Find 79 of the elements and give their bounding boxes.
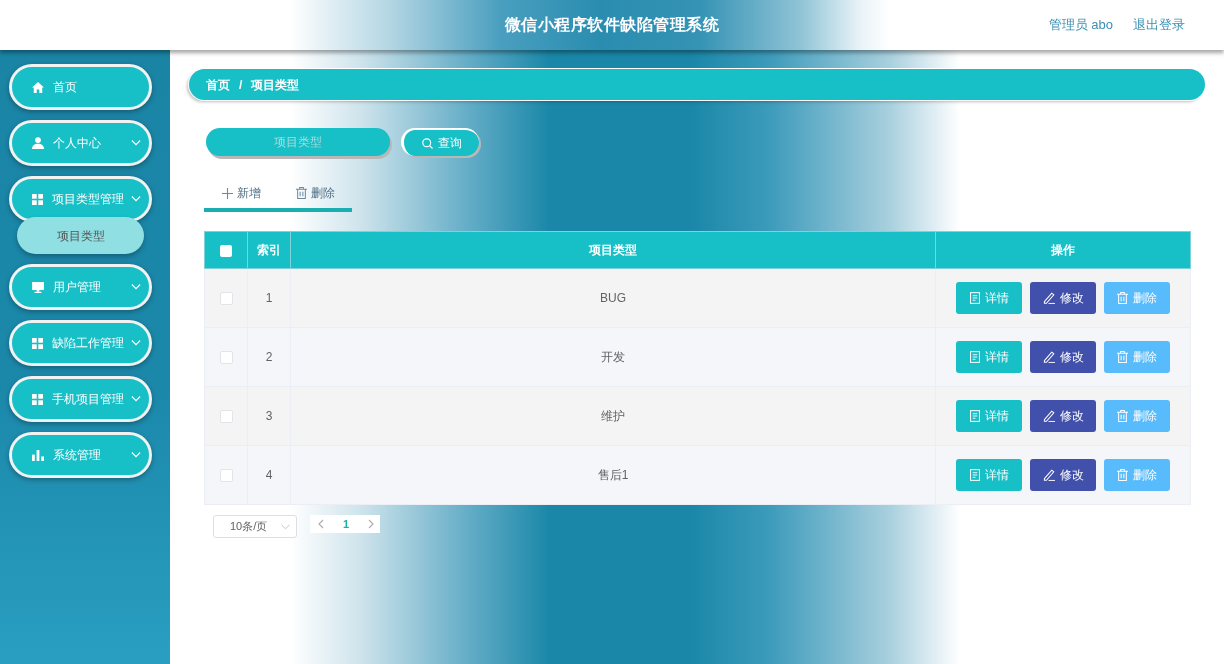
grid-icon [32, 393, 43, 405]
chevron-right-icon[interactable] [368, 519, 374, 529]
sidebar-menu-item[interactable]: 缺陷工作管理 [9, 320, 152, 366]
edit-button[interactable]: 修改 [1030, 400, 1096, 432]
app-title: 微信小程序软件缺陷管理系统 [504, 15, 720, 35]
pencil-icon [1042, 351, 1055, 363]
plus-icon [222, 187, 233, 199]
user-icon [32, 137, 44, 149]
pencil-icon [1042, 292, 1055, 304]
sidebar-menu-item[interactable]: 用户管理 [9, 264, 152, 310]
row-checkbox[interactable] [219, 292, 233, 306]
breadcrumb-current: 项目类型 [251, 76, 300, 94]
detail-button[interactable]: 详情 [956, 341, 1022, 373]
chevron-down-icon [131, 196, 141, 202]
table-header-cell: 索引 [247, 231, 291, 269]
row-checkbox[interactable] [219, 351, 233, 365]
delete-button[interactable]: 删除 [1104, 459, 1170, 491]
trash-icon [1117, 410, 1128, 422]
pencil-icon [1042, 410, 1055, 422]
row-checkbox[interactable] [219, 410, 233, 424]
delete-button[interactable]: 删除 [1104, 282, 1170, 314]
edit-button[interactable]: 修改 [1030, 459, 1096, 491]
page-size-select[interactable]: 10条/页 [213, 515, 297, 538]
delete-button[interactable]: 删除 [1104, 400, 1170, 432]
table-cell: 2 [247, 327, 291, 387]
table-header-cell: 操作 [935, 231, 1191, 269]
trash-icon [296, 187, 307, 199]
sidebar-menu-item[interactable]: 项目类型管理 [9, 176, 152, 222]
delete-button[interactable]: 删除 [1104, 341, 1170, 373]
bar-chart-icon [32, 449, 44, 461]
chevron-down-icon [131, 452, 141, 458]
detail-button[interactable]: 详情 [956, 282, 1022, 314]
home-icon [32, 81, 44, 93]
sidebar-menu-item[interactable]: 首页 [9, 64, 152, 110]
pencil-icon [1042, 469, 1055, 481]
row-checkbox[interactable] [219, 469, 233, 483]
search-icon [421, 137, 433, 149]
select-all-checkbox[interactable] [220, 244, 232, 257]
edit-button[interactable]: 修改 [1030, 341, 1096, 373]
chevron-down-icon [131, 284, 141, 290]
table-cell: 1 [247, 268, 291, 328]
breadcrumb-separator: / [239, 76, 243, 94]
table-cell: 维护 [290, 386, 936, 446]
logout-link[interactable]: 退出登录 [1133, 15, 1185, 35]
search-field[interactable]: 项目类型 [206, 128, 390, 156]
user-name-label: 管理员 abo [1048, 16, 1113, 35]
table-cell: 开发 [290, 327, 936, 387]
chevron-down-icon [131, 340, 141, 346]
chevron-down-icon [131, 396, 141, 402]
table-cell: BUG [290, 268, 936, 328]
chevron-down-icon [131, 140, 141, 146]
edit-button[interactable]: 修改 [1030, 282, 1096, 314]
caret-down-icon [281, 523, 290, 530]
document-icon [969, 292, 980, 304]
breadcrumb-link[interactable]: 首页 [206, 75, 230, 94]
sidebar-menu-item[interactable]: 手机项目管理 [9, 376, 152, 422]
chevron-left-icon[interactable] [318, 519, 324, 529]
page-number[interactable]: 1 [342, 518, 350, 530]
document-icon [969, 469, 980, 481]
table-cell: 3 [247, 386, 291, 446]
sidebar-menu-item[interactable]: 系统管理 [9, 432, 152, 478]
table-cell: 售后1 [290, 445, 936, 505]
grid-icon [32, 337, 43, 349]
search-button[interactable]: 查询 [401, 128, 479, 156]
sidebar-submenu-item[interactable]: 项目类型 [17, 217, 144, 254]
detail-button[interactable]: 详情 [956, 459, 1022, 491]
sidebar-menu-item[interactable]: 个人中心 [9, 120, 152, 166]
add-button[interactable]: 新增 [222, 184, 261, 202]
delete-button[interactable]: 删除 [296, 184, 335, 202]
grid-icon [32, 193, 43, 205]
monitor-icon [32, 281, 44, 293]
document-icon [969, 410, 980, 422]
trash-icon [1117, 351, 1128, 363]
table-cell: 4 [247, 445, 291, 505]
detail-button[interactable]: 详情 [956, 400, 1022, 432]
trash-icon [1117, 469, 1128, 481]
trash-icon [1117, 292, 1128, 304]
table-header-cell: 项目类型 [290, 231, 936, 269]
document-icon [969, 351, 980, 363]
